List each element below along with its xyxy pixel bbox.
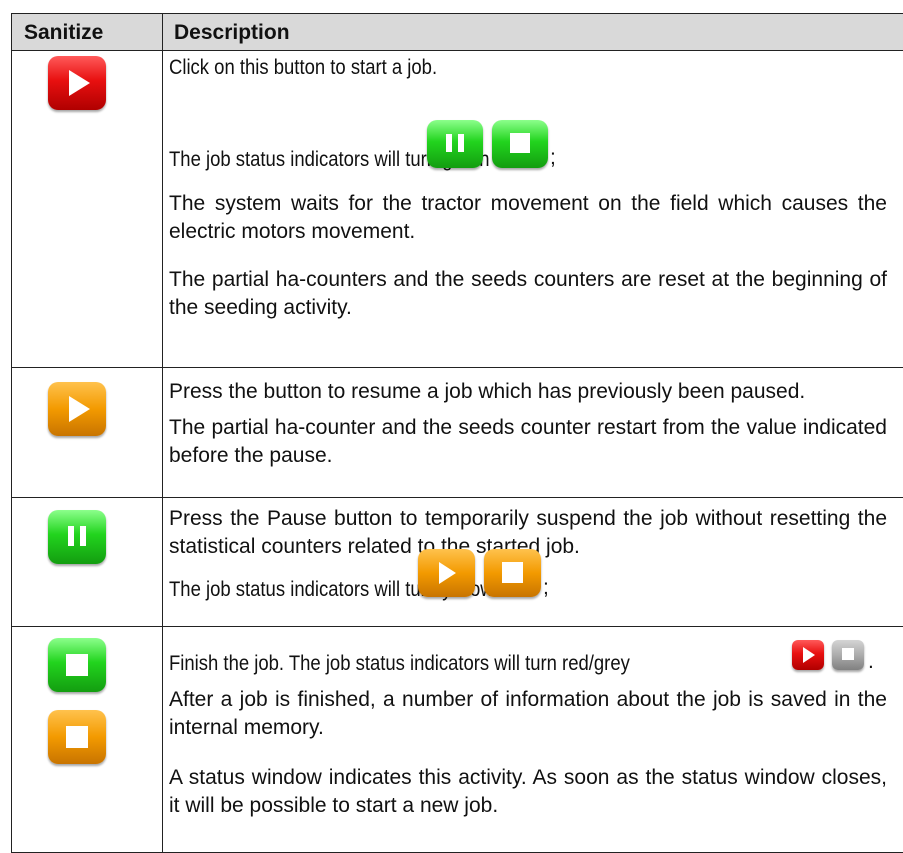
orange-stop-icon (484, 549, 541, 597)
header-description: Description (174, 21, 290, 44)
row1-text1: Click on this button to start a job. (169, 56, 438, 79)
row2-text2: The partial ha-counter and the seeds cou… (169, 416, 887, 467)
header-sanitize: Sanitize (24, 21, 104, 44)
row4-text2: After a job is finished, a number of inf… (169, 688, 887, 739)
row1-text3: The system waits for the tractor movemen… (169, 192, 887, 243)
row-divider (12, 626, 903, 627)
row3-text2-line: The job status indicators will turn yell… (169, 578, 494, 601)
row4-text1-line: Finish the job. The job status indicator… (169, 652, 630, 675)
table-header: Sanitize Description (12, 14, 903, 51)
row1-suffix: ; (550, 146, 556, 169)
red-play-icon (792, 640, 824, 670)
orange-play-icon[interactable] (48, 382, 106, 436)
orange-stop-icon[interactable] (48, 710, 106, 764)
green-stop-icon[interactable] (48, 638, 106, 692)
row-divider (12, 367, 903, 368)
red-play-icon[interactable] (48, 56, 106, 110)
column-divider (162, 14, 163, 852)
row3-suffix: ; (543, 576, 549, 599)
orange-play-icon (418, 549, 475, 597)
row1-text4: The partial ha-counters and the seeds co… (169, 268, 887, 319)
row-divider (12, 497, 903, 498)
row4-text3: A status window indicates this activity.… (169, 766, 887, 817)
green-pause-icon[interactable] (48, 510, 106, 564)
grey-stop-icon (832, 640, 864, 670)
row2-text1: Press the button to resume a job which h… (169, 380, 806, 403)
green-pause-icon (427, 120, 483, 168)
row4-suffix: . (868, 650, 874, 673)
green-stop-icon (492, 120, 548, 168)
